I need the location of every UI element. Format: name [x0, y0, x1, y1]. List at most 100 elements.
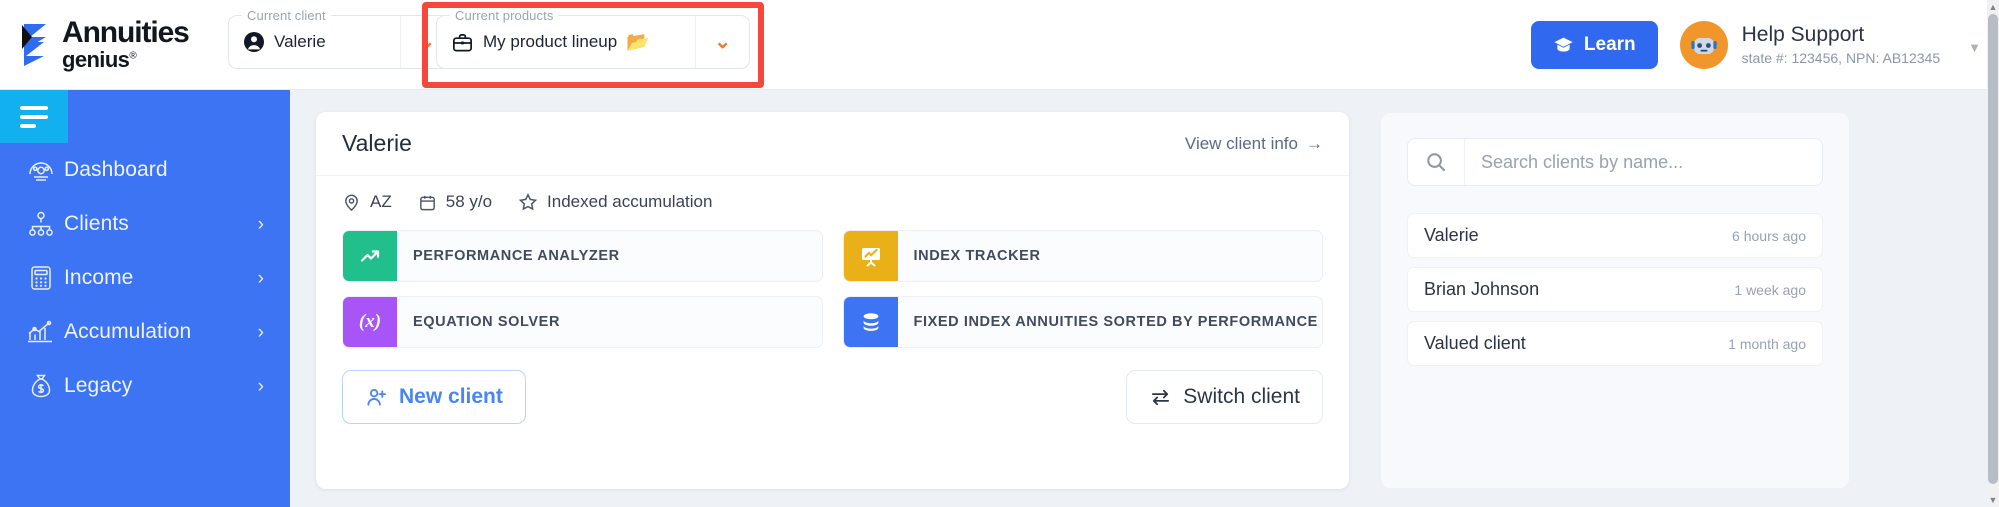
page-scrollbar[interactable]: ▲ ▼ — [1987, 0, 1999, 507]
folder-icon: 📂 — [626, 31, 650, 53]
client-card-actions: New client Switch client — [316, 348, 1349, 424]
support-account-menu[interactable]: Help Support state #: 123456, NPN: AB123… — [1679, 21, 1981, 69]
search-icon — [1408, 139, 1465, 185]
new-client-button[interactable]: New client — [342, 370, 526, 424]
calculator-icon — [18, 263, 64, 293]
client-list-timestamp: 1 month ago — [1728, 335, 1806, 352]
sidebar-item-clients[interactable]: Clients › — [0, 197, 290, 251]
client-meta-row: AZ 58 y/o Indexed accumulation — [316, 176, 1349, 216]
money-bag-icon — [18, 371, 64, 401]
client-age-value: 58 y/o — [445, 192, 493, 211]
client-list-name: Brian Johnson — [1424, 279, 1540, 299]
sidebar-item-label: Legacy — [64, 374, 133, 397]
current-products-selector[interactable]: Current products My product lineup 📂 ⌄ — [436, 8, 750, 69]
robot-avatar-icon — [1679, 21, 1728, 69]
client-objective-value: Indexed accumulation — [547, 192, 713, 211]
user-circle-icon — [244, 32, 264, 52]
brand-name-bottom: genius® — [62, 47, 137, 72]
chevron-down-icon: ⌄ — [714, 31, 732, 53]
current-client-selector[interactable]: Current client Valerie ⌄ — [228, 8, 454, 69]
tile-label: EQUATION SOLVER — [413, 314, 561, 330]
current-client-card: Valerie View client info → AZ 58 y/o Ind… — [316, 112, 1349, 489]
tile-fixed-index-annuities[interactable]: FIXED INDEX ANNUITIES SORTED BY PERFORMA… — [842, 296, 1323, 348]
client-state-value: AZ — [370, 192, 392, 211]
app-header: Annuities genius® Current client Valerie… — [0, 0, 1999, 90]
briefcase-icon — [453, 33, 472, 52]
search-input[interactable] — [1465, 139, 1822, 185]
calendar-icon — [419, 195, 435, 210]
database-stack-icon — [843, 297, 898, 347]
learn-button[interactable]: Learn — [1530, 21, 1658, 69]
current-client-legend: Current client — [242, 8, 331, 23]
header-actions: Learn Help Support state #: 123456, NPN:… — [1530, 0, 1981, 90]
growth-chart-icon — [18, 317, 64, 347]
client-search-panel: Valerie 6 hours ago Brian Johnson 1 week… — [1380, 112, 1850, 489]
tile-label: PERFORMANCE ANALYZER — [413, 248, 620, 264]
location-pin-icon — [345, 194, 358, 211]
new-client-button-label: New client — [399, 385, 503, 408]
scroll-up-arrow-icon[interactable]: ▲ — [1987, 0, 1999, 14]
tile-label: INDEX TRACKER — [913, 248, 1041, 264]
chevron-right-icon: › — [257, 267, 264, 289]
support-identity: Help Support state #: 123456, NPN: AB123… — [1742, 22, 1940, 68]
sidebar-item-label: Accumulation — [64, 320, 192, 343]
list-item[interactable]: Valued client 1 month ago — [1407, 321, 1823, 366]
view-client-info-label: View client info — [1184, 133, 1298, 153]
annuities-genius-logo-icon — [22, 23, 46, 66]
tile-index-tracker[interactable]: INDEX TRACKER — [842, 230, 1323, 282]
client-search-box[interactable] — [1407, 138, 1823, 186]
org-chart-icon — [18, 209, 64, 239]
scrollbar-thumb[interactable] — [1988, 14, 1998, 484]
chevron-right-icon: › — [257, 321, 264, 343]
star-icon — [518, 193, 538, 211]
tool-tiles-grid: PERFORMANCE ANALYZER INDEX TRACKER (x) E… — [316, 216, 1349, 348]
tile-equation-solver[interactable]: (x) EQUATION SOLVER — [342, 296, 823, 348]
chevron-right-icon: › — [257, 375, 264, 397]
scroll-down-arrow-icon[interactable]: ▼ — [1987, 493, 1999, 507]
view-client-info-link[interactable]: View client info → — [1185, 134, 1323, 154]
sidebar-item-dashboard[interactable]: Dashboard — [0, 143, 290, 197]
client-list-name: Valued client — [1424, 333, 1526, 353]
current-client-value-area[interactable]: Valerie — [229, 16, 400, 68]
swap-arrows-icon — [1152, 389, 1170, 405]
hamburger-line — [20, 123, 36, 128]
sidebar-item-income[interactable]: Income › — [0, 251, 290, 305]
chevron-down-icon: ⌄ — [418, 31, 436, 53]
client-card-header: Valerie View client info → — [316, 112, 1349, 176]
client-list-timestamp: 1 week ago — [1734, 281, 1806, 298]
sidebar-item-legacy[interactable]: Legacy › — [0, 359, 290, 413]
sidebar-toggle-button[interactable] — [0, 90, 68, 143]
list-item[interactable]: Brian Johnson 1 week ago — [1407, 267, 1823, 312]
support-license-info: state #: 123456, NPN: AB12345 — [1741, 50, 1941, 67]
sidebar-nav: Dashboard Clients › Income › Accumulatio… — [0, 90, 290, 507]
main-content: Valerie View client info → AZ 58 y/o Ind… — [290, 90, 1987, 507]
sidebar-item-label: Clients — [64, 212, 129, 235]
sidebar-item-label: Income — [64, 266, 134, 289]
switch-client-button-label: Switch client — [1183, 385, 1300, 408]
chevron-right-icon: › — [257, 213, 264, 235]
sidebar-item-accumulation[interactable]: Accumulation › — [0, 305, 290, 359]
registered-mark: ® — [129, 50, 137, 62]
presentation-chart-icon — [843, 231, 898, 281]
equation-icon: (x) — [343, 297, 397, 347]
tile-performance-analyzer[interactable]: PERFORMANCE ANALYZER — [342, 230, 823, 282]
speedometer-icon — [18, 155, 64, 185]
support-name: Help Support — [1741, 23, 1865, 47]
hamburger-line — [20, 114, 48, 119]
current-products-dropdown-toggle[interactable]: ⌄ — [695, 16, 749, 68]
recent-clients-list: Valerie 6 hours ago Brian Johnson 1 week… — [1407, 213, 1823, 366]
switch-client-button[interactable]: Switch client — [1126, 370, 1323, 424]
current-products-value-area[interactable]: My product lineup 📂 — [437, 16, 695, 68]
brand-logo[interactable]: Annuities genius® — [20, 18, 210, 71]
robot-face-icon — [1687, 29, 1720, 61]
current-client-value: Valerie — [274, 32, 326, 51]
tile-label: FIXED INDEX ANNUITIES SORTED BY PERFORMA… — [913, 314, 1318, 330]
client-objective-chip: Indexed accumulation — [518, 192, 712, 212]
client-name: Valerie — [342, 130, 412, 156]
arrow-right-icon: → — [1306, 133, 1323, 153]
client-list-name: Valerie — [1424, 225, 1479, 245]
learn-button-label: Learn — [1583, 34, 1636, 55]
list-item[interactable]: Valerie 6 hours ago — [1407, 213, 1823, 258]
current-products-legend: Current products — [450, 8, 559, 23]
chevron-down-icon[interactable]: ▼ — [1968, 40, 1981, 55]
